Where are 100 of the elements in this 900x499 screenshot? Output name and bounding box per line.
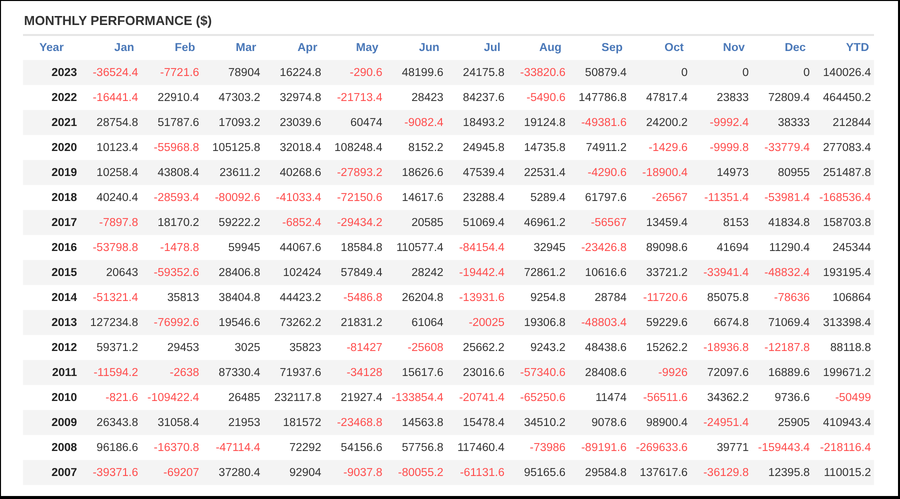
table-cell: 47817.4 <box>630 85 691 110</box>
table-cell: 59945 <box>202 235 264 260</box>
table-cell: 464450.2 <box>812 85 874 110</box>
table-cell: -12187.8 <box>752 335 813 360</box>
table-cell: 37280.4 <box>202 460 264 485</box>
table-cell: 232117.8 <box>263 385 324 410</box>
table-cell: -27893.2 <box>324 160 386 185</box>
table-cell: 19124.8 <box>508 110 569 135</box>
table-cell: 23039.6 <box>263 110 324 135</box>
table-cell: 6674.8 <box>690 310 752 335</box>
column-header: Apr <box>263 36 324 60</box>
column-header: Dec <box>752 36 813 60</box>
column-header: Jun <box>385 36 446 60</box>
table-cell: -168536.4 <box>812 185 874 210</box>
table-cell: 61797.6 <box>568 185 630 210</box>
table-cell: -29434.2 <box>324 210 386 235</box>
table-cell: 44423.2 <box>263 285 324 310</box>
table-cell: 410943.4 <box>812 410 874 435</box>
table-cell: 181572 <box>263 410 324 435</box>
table-cell: -7897.8 <box>80 210 142 235</box>
table-cell: 31058.4 <box>141 410 202 435</box>
table-cell: 21831.2 <box>324 310 386 335</box>
table-cell: 28406.8 <box>202 260 264 285</box>
table-cell: 24200.2 <box>630 110 691 135</box>
table-cell: 14735.8 <box>508 135 569 160</box>
year-cell: 2007 <box>23 460 80 485</box>
table-cell: 26343.8 <box>80 410 142 435</box>
table-cell: 15262.2 <box>630 335 691 360</box>
table-cell: 9078.6 <box>568 410 630 435</box>
table-cell: 0 <box>630 60 691 85</box>
table-cell: 78904 <box>202 60 264 85</box>
table-cell: 158703.8 <box>812 210 874 235</box>
table-cell: -34128 <box>324 360 386 385</box>
table-cell: -4290.6 <box>568 160 630 185</box>
table-cell: 89098.6 <box>630 235 691 260</box>
table-cell: 16224.8 <box>263 60 324 85</box>
table-cell: 59229.6 <box>630 310 691 335</box>
table-cell: -47114.4 <box>202 435 264 460</box>
table-cell: 140026.4 <box>812 60 874 85</box>
table-cell: -1478.8 <box>141 235 202 260</box>
table-cell: -21713.4 <box>324 85 386 110</box>
table-cell: 32974.8 <box>263 85 324 110</box>
table-cell: -76992.6 <box>141 310 202 335</box>
column-header: Year <box>23 36 80 60</box>
table-cell: 21953 <box>202 410 264 435</box>
table-cell: -13931.6 <box>446 285 508 310</box>
table-cell: -36129.8 <box>690 460 752 485</box>
table-cell: 71069.4 <box>752 310 813 335</box>
table-cell: -11720.6 <box>630 285 691 310</box>
year-cell: 2014 <box>23 285 80 310</box>
column-header: Oct <box>630 36 691 60</box>
table-cell: -56567 <box>568 210 630 235</box>
table-cell: 10258.4 <box>80 160 142 185</box>
table-cell: 72097.6 <box>690 360 752 385</box>
table-cell: -23468.8 <box>324 410 386 435</box>
column-header: Aug <box>508 36 569 60</box>
year-cell: 2020 <box>23 135 80 160</box>
year-cell: 2018 <box>23 185 80 210</box>
table-cell: -59352.6 <box>141 260 202 285</box>
table-cell: 51069.4 <box>446 210 508 235</box>
table-cell: -7721.6 <box>141 60 202 85</box>
table-cell: 23288.4 <box>446 185 508 210</box>
table-cell: -41033.4 <box>263 185 324 210</box>
table-cell: 57756.8 <box>385 435 446 460</box>
table-cell: 28754.8 <box>80 110 142 135</box>
table-cell: -18900.4 <box>630 160 691 185</box>
table-cell: 59371.2 <box>80 335 142 360</box>
table-cell: 47303.2 <box>202 85 264 110</box>
table-cell: 33721.2 <box>630 260 691 285</box>
panel-title: MONTHLY PERFORMANCE ($) <box>23 11 874 36</box>
table-cell: 277083.4 <box>812 135 874 160</box>
table-cell: -80055.2 <box>385 460 446 485</box>
table-cell: -73986 <box>508 435 569 460</box>
table-cell: 14617.6 <box>385 185 446 210</box>
table-cell: 26485 <box>202 385 264 410</box>
table-cell: 18170.2 <box>141 210 202 235</box>
table-cell: 3025 <box>202 335 264 360</box>
table-cell: 54156.6 <box>324 435 386 460</box>
table-cell: 59222.2 <box>202 210 264 235</box>
table-cell: 98900.4 <box>630 410 691 435</box>
table-cell: 28242 <box>385 260 446 285</box>
year-cell: 2019 <box>23 160 80 185</box>
table-cell: 28423 <box>385 85 446 110</box>
table-cell: 137617.6 <box>630 460 691 485</box>
table-cell: 29453 <box>141 335 202 360</box>
table-cell: 22531.4 <box>508 160 569 185</box>
table-cell: 57849.4 <box>324 260 386 285</box>
table-cell: 25905 <box>752 410 813 435</box>
table-cell: 95165.6 <box>508 460 569 485</box>
table-cell: 26204.8 <box>385 285 446 310</box>
table-cell: 212844 <box>812 110 874 135</box>
table-cell: 32945 <box>508 235 569 260</box>
table-cell: 110015.2 <box>812 460 874 485</box>
table-cell: 193195.4 <box>812 260 874 285</box>
table-cell: -78636 <box>752 285 813 310</box>
table-cell: 61064 <box>385 310 446 335</box>
year-cell: 2017 <box>23 210 80 235</box>
table-cell: 40268.6 <box>263 160 324 185</box>
table-cell: 41834.8 <box>752 210 813 235</box>
table-cell: 46961.2 <box>508 210 569 235</box>
